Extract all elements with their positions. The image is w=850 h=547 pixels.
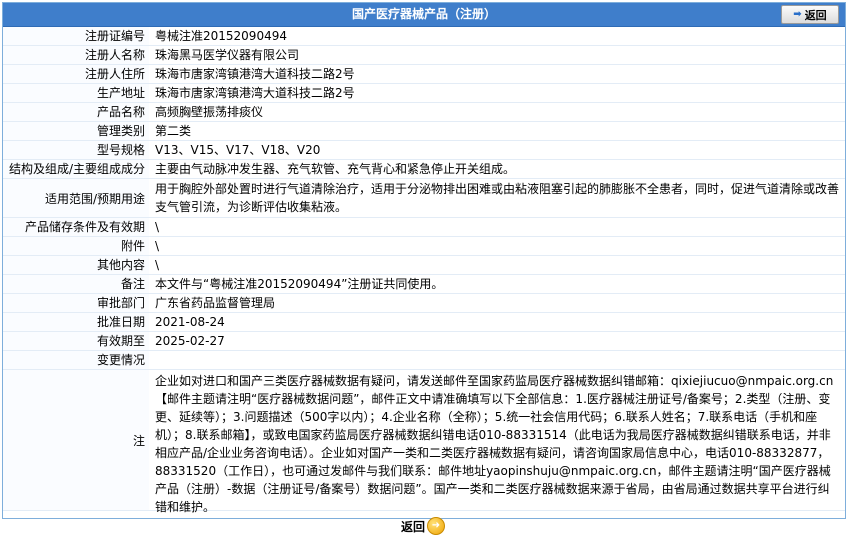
footer: 返回 ➜	[3, 511, 845, 547]
field-row-intended-use: 适用范围/预期用途 用于胸腔外部处置时进行气道清除治疗，适用于分泌物排出困难或由…	[3, 179, 845, 218]
field-row-model-spec: 型号规格 V13、V15、V17、V18、V20	[3, 141, 845, 160]
field-row-changes: 变更情况	[3, 351, 845, 370]
field-row-storage: 产品储存条件及有效期 \	[3, 218, 845, 237]
field-label: 审批部门	[3, 294, 149, 312]
back-button-bottom[interactable]: 返回 ➜	[401, 514, 445, 538]
field-value: \	[155, 258, 160, 272]
field-row-approval-dept: 审批部门 广东省药品监督管理局	[3, 294, 845, 313]
back-arrow-icon: ➡	[793, 9, 802, 20]
field-value: 粤械注准20152090494	[155, 29, 287, 43]
field-row-management-class: 管理类别 第二类	[3, 122, 845, 141]
field-label: 生产地址	[3, 84, 149, 102]
field-label: 注册人住所	[3, 65, 149, 83]
field-label: 注册人名称	[3, 46, 149, 64]
field-row-product-name: 产品名称 高频胸壁振荡排痰仪	[3, 103, 845, 122]
field-label: 注	[3, 370, 149, 510]
field-label: 有效期至	[3, 332, 149, 350]
back-button-bottom-label: 返回	[401, 519, 426, 534]
circle-arrow-icon: ➜	[427, 517, 445, 535]
field-row-registration-number: 注册证编号 粤械注准20152090494	[3, 27, 845, 46]
field-label: 管理类别	[3, 122, 149, 140]
field-value: 高频胸壁振荡排痰仪	[155, 105, 264, 119]
record-panel: 国产医疗器械产品（注册） ➡ 返回 注册证编号 粤械注准20152090494 …	[2, 2, 846, 535]
field-label: 产品名称	[3, 103, 149, 121]
field-value	[149, 351, 845, 369]
field-label: 变更情况	[3, 351, 149, 369]
field-value: 珠海市唐家湾镇港湾大道科技二路2号	[155, 67, 355, 81]
field-value: 用于胸腔外部处置时进行气道清除治疗，适用于分泌物排出困难或由粘液阻塞引起的肺膨胀…	[155, 182, 840, 214]
field-value: V13、V15、V17、V18、V20	[155, 143, 321, 157]
field-value: 本文件与“粤械注准20152090494”注册证共同使用。	[155, 277, 444, 291]
field-value: \	[155, 239, 160, 253]
field-row-accessories: 附件 \	[3, 237, 845, 256]
field-label: 注册证编号	[3, 27, 149, 45]
field-label: 其他内容	[3, 256, 149, 274]
page-title: 国产医疗器械产品（注册）	[351, 7, 496, 21]
field-label: 附件	[3, 237, 149, 255]
field-row-note: 注 企业如对进口和国产三类医疗器械数据有疑问，请发送邮件至国家药监局医疗器械数据…	[3, 370, 845, 514]
field-row-registrant-name: 注册人名称 珠海黑马医学仪器有限公司	[3, 46, 845, 65]
field-value: 主要由气动脉冲发生器、充气软管、充气背心和紧急停止开关组成。	[155, 162, 516, 176]
field-label: 批准日期	[3, 313, 149, 331]
field-row-production-address: 生产地址 珠海市唐家湾镇港湾大道科技二路2号	[3, 84, 845, 103]
title-bar: 国产医疗器械产品（注册） ➡ 返回	[3, 3, 845, 27]
field-value: 广东省药品监督管理局	[155, 296, 276, 310]
field-value: \	[155, 220, 160, 234]
field-label: 型号规格	[3, 141, 149, 159]
field-value: 第二类	[155, 124, 192, 138]
field-value: 2021-08-24	[155, 315, 225, 329]
field-row-registrant-address: 注册人住所 珠海市唐家湾镇港湾大道科技二路2号	[3, 65, 845, 84]
field-value: 珠海黑马医学仪器有限公司	[155, 48, 300, 62]
field-row-valid-until: 有效期至 2025-02-27	[3, 332, 845, 351]
field-label: 结构及组成/主要组成成分	[3, 160, 149, 178]
field-label: 备注	[3, 275, 149, 293]
field-row-remarks: 备注 本文件与“粤械注准20152090494”注册证共同使用。	[3, 275, 845, 294]
field-row-other: 其他内容 \	[3, 256, 845, 275]
field-value: 企业如对进口和国产三类医疗器械数据有疑问，请发送邮件至国家药监局医疗器械数据纠错…	[155, 374, 834, 514]
back-button-top[interactable]: ➡ 返回	[781, 5, 839, 24]
field-row-approval-date: 批准日期 2021-08-24	[3, 313, 845, 332]
field-label: 适用范围/预期用途	[3, 179, 149, 217]
field-value: 珠海市唐家湾镇港湾大道科技二路2号	[155, 86, 355, 100]
field-label: 产品储存条件及有效期	[3, 218, 149, 236]
field-row-structure: 结构及组成/主要组成成分 主要由气动脉冲发生器、充气软管、充气背心和紧急停止开关…	[3, 160, 845, 179]
field-value: 2025-02-27	[155, 334, 225, 348]
back-button-top-label: 返回	[804, 8, 827, 22]
